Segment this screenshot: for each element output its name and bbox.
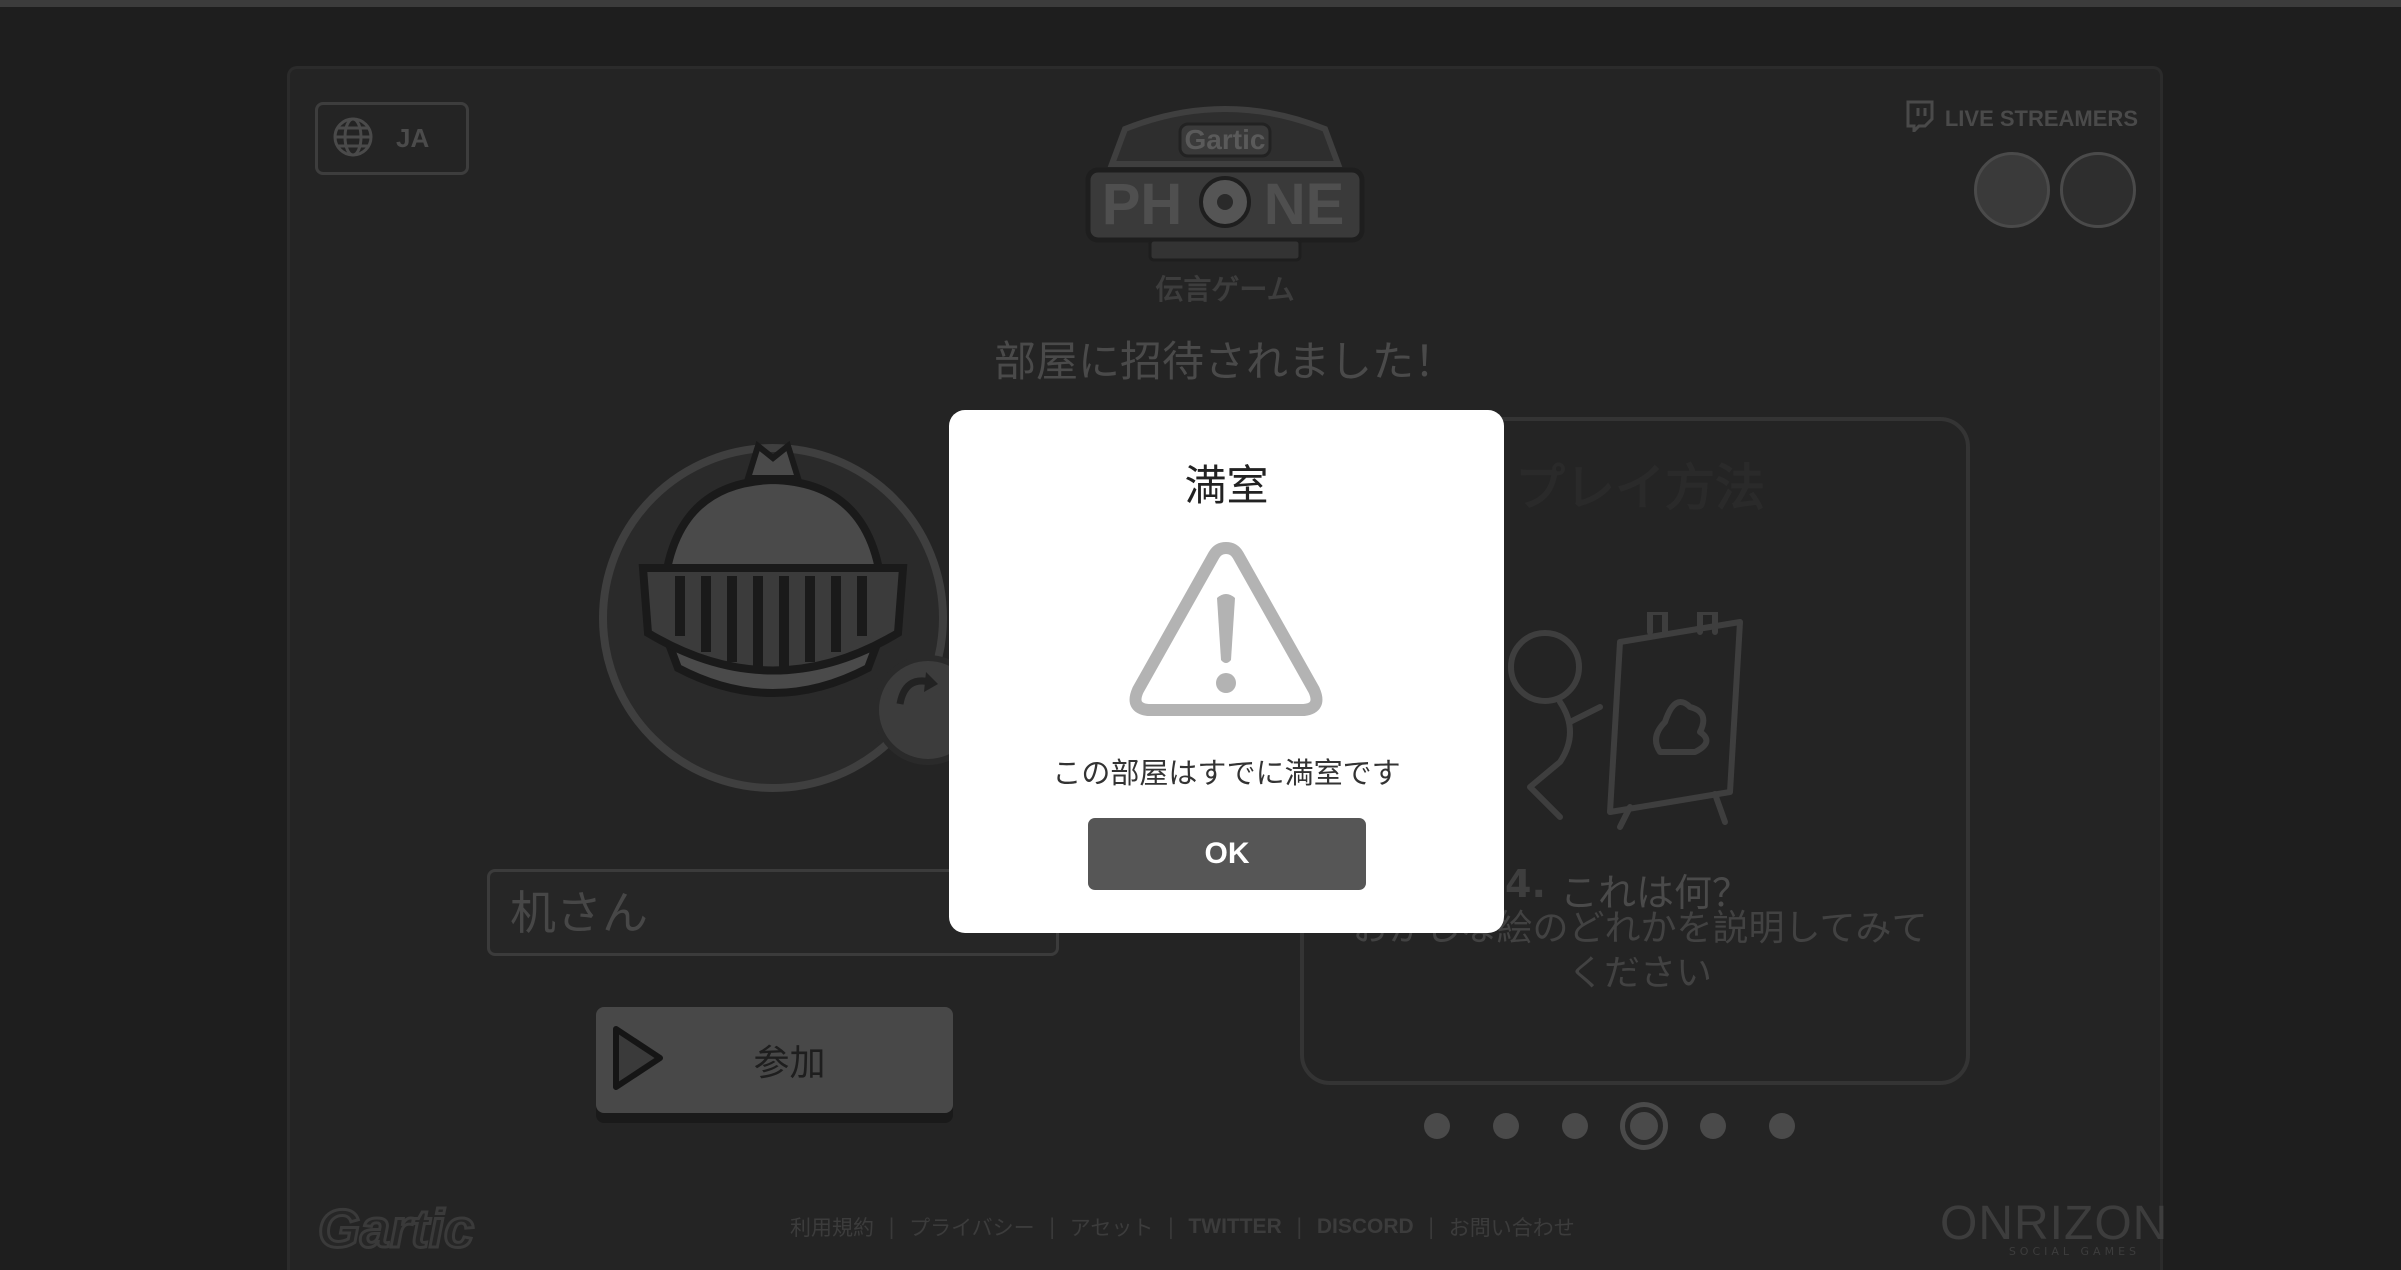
- room-full-dialog: 満室 この部屋はすでに満室です OK: [949, 410, 1504, 933]
- carousel-dot[interactable]: [1493, 1113, 1519, 1139]
- footer-link-twitter[interactable]: TWITTER: [1188, 1215, 1281, 1239]
- language-code: JA: [396, 123, 430, 153]
- dialog-message: この部屋はすでに満室です: [1052, 756, 1401, 790]
- svg-text:PH: PH: [1102, 172, 1183, 237]
- footer-link-assets[interactable]: アセット: [1070, 1212, 1154, 1242]
- gartic-footer-logo[interactable]: Gartic: [316, 1198, 475, 1261]
- footer-links: 利用規約 | プライバシー | アセット | TWITTER | DISCORD…: [790, 1212, 1575, 1242]
- footer-separator: |: [888, 1215, 896, 1239]
- player-avatar: [598, 418, 983, 808]
- play-icon: [610, 1023, 666, 1097]
- language-selector[interactable]: JA: [315, 102, 469, 175]
- carousel-dot-active[interactable]: [1625, 1107, 1663, 1145]
- warning-icon: [1128, 538, 1324, 722]
- game-subtitle: 伝言ゲーム: [1155, 273, 1295, 306]
- carousel-dots: [1424, 1107, 1795, 1145]
- svg-text:NE: NE: [1264, 172, 1345, 237]
- footer-separator: |: [1295, 1215, 1303, 1239]
- live-streamers-header: LIVE STREAMERS: [1905, 100, 2138, 138]
- dialog-title: 満室: [1184, 461, 1269, 510]
- step-number: 4.: [1505, 862, 1546, 906]
- join-button[interactable]: 参加: [596, 1007, 953, 1113]
- footer-link-contact[interactable]: お問い合わせ: [1449, 1212, 1575, 1242]
- footer-separator: |: [1167, 1215, 1175, 1239]
- footer-separator: |: [1427, 1215, 1435, 1239]
- streamer-avatar[interactable]: [1974, 152, 2050, 228]
- footer-link-privacy[interactable]: プライバシー: [909, 1212, 1035, 1242]
- onrizon-logo-text: ONRIZON: [1940, 1197, 2169, 1250]
- footer-link-discord[interactable]: DISCORD: [1317, 1215, 1414, 1239]
- carousel-dot[interactable]: [1562, 1113, 1588, 1139]
- streamer-avatars: [1974, 152, 2136, 228]
- browser-top-bar: [0, 0, 2401, 7]
- how-to-play-title: プレイ方法: [1515, 459, 1765, 517]
- join-label: 参加: [753, 1043, 826, 1084]
- footer-link-terms[interactable]: 利用規約: [790, 1212, 874, 1242]
- gartic-phone-logo: Gartic PH NE: [1080, 94, 1370, 264]
- carousel-dot[interactable]: [1424, 1113, 1450, 1139]
- svg-text:Gartic: Gartic: [1185, 124, 1266, 155]
- invite-message: 部屋に招待されました！: [993, 337, 1456, 386]
- carousel-dot[interactable]: [1769, 1113, 1795, 1139]
- globe-icon: [332, 116, 374, 162]
- twitch-icon: [1905, 100, 1935, 138]
- ok-button[interactable]: OK: [1088, 818, 1366, 890]
- refresh-avatar-icon[interactable]: [890, 664, 950, 728]
- live-streamers-label: LIVE STREAMERS: [1944, 106, 2138, 131]
- carousel-dot[interactable]: [1700, 1113, 1726, 1139]
- footer-separator: |: [1048, 1215, 1056, 1239]
- streamer-avatar[interactable]: [2060, 152, 2136, 228]
- describe-drawing-illustration: [1500, 609, 1780, 832]
- onrizon-logo[interactable]: ONRIZON SOCIAL GAMES: [1910, 1196, 2169, 1258]
